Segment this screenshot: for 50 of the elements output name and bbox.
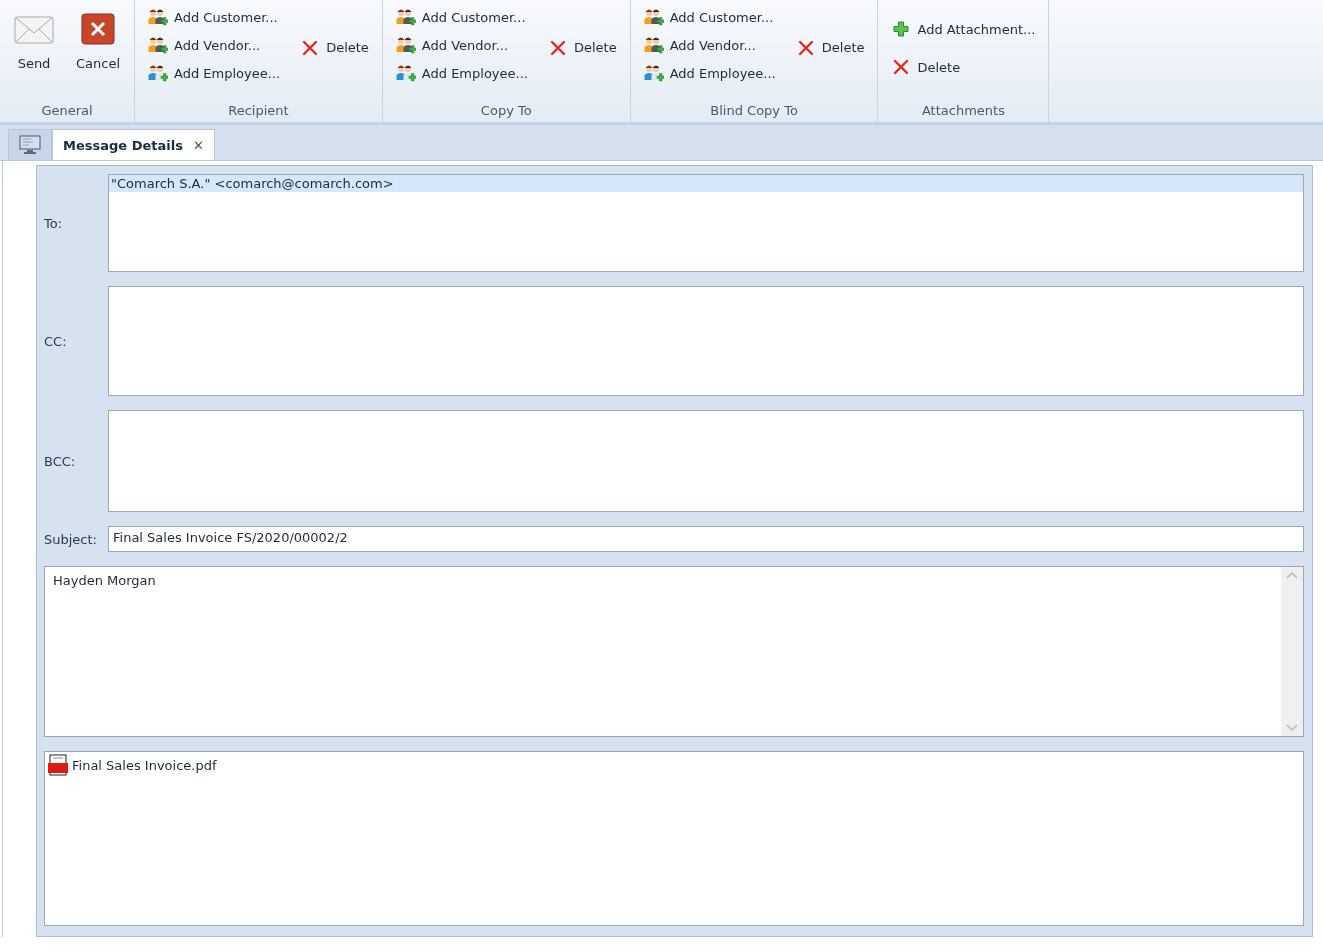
close-icon[interactable]: ✕ — [192, 137, 204, 153]
add-button[interactable]: Add Vendor... — [640, 34, 779, 56]
to-field[interactable]: "Comarch S.A." <comarch@comarch.com> — [108, 174, 1304, 272]
add-button[interactable]: Add Vendor... — [392, 34, 531, 56]
field-label: BCC: — [44, 453, 77, 469]
monitor-tab[interactable] — [8, 129, 52, 160]
group-label: Blind Copy To — [709, 103, 799, 120]
add-attachment-button[interactable]: Add Attachment... — [888, 18, 1039, 40]
field-label: Subject: — [44, 531, 98, 547]
people-add-icon — [148, 64, 169, 82]
delete-button[interactable]: Delete — [888, 56, 1039, 78]
message-body-field[interactable]: Hayden Morgan — [44, 566, 1304, 737]
people-add-icon — [643, 64, 664, 82]
pdf-file-icon — [47, 754, 69, 776]
bcc-field[interactable] — [108, 410, 1304, 512]
delete-button[interactable]: Delete — [297, 36, 372, 59]
scroll-up-icon[interactable] — [1286, 571, 1298, 579]
cancel-button[interactable]: Cancel — [72, 6, 125, 77]
people-add-icon — [148, 8, 169, 26]
add-button[interactable]: Add Customer... — [640, 6, 779, 28]
people-add-icon — [148, 36, 169, 54]
add-button[interactable]: Add Customer... — [145, 6, 284, 28]
group-label: Copy To — [479, 103, 533, 120]
add-button[interactable]: Add Employee... — [145, 62, 284, 84]
people-add-icon — [395, 64, 416, 82]
add-button[interactable]: Add Employee... — [640, 62, 779, 84]
attachment-name[interactable]: Final Sales Invoice.pdf — [72, 757, 217, 773]
recipient-entry[interactable]: "Comarch S.A." <comarch@comarch.com> — [109, 175, 1303, 192]
monitor-icon — [19, 135, 41, 155]
delete-button[interactable]: Delete — [792, 36, 868, 59]
tab[interactable]: Message Details ✕ — [52, 129, 215, 160]
field-label: To: — [44, 215, 64, 231]
group-label: Recipient — [227, 103, 290, 120]
people-add-icon — [643, 36, 664, 54]
add-button[interactable]: Add Customer... — [392, 6, 531, 28]
people-add-icon — [643, 8, 664, 26]
scroll-down-icon[interactable] — [1286, 724, 1298, 732]
group-label: Attachments — [920, 103, 1006, 120]
add-button[interactable]: Add Employee... — [392, 62, 531, 84]
cc-field[interactable] — [108, 286, 1304, 396]
field-label: CC: — [44, 333, 68, 349]
delete-button[interactable]: Delete — [544, 36, 620, 59]
plus-icon — [891, 20, 912, 38]
subject-field[interactable]: Final Sales Invoice FS/2020/00002/2 — [108, 526, 1304, 552]
people-add-icon — [395, 8, 416, 26]
cancel-icon — [78, 12, 118, 46]
add-button[interactable]: Add Vendor... — [145, 34, 284, 56]
group-label: General — [40, 103, 94, 120]
send-button[interactable]: Send — [10, 6, 58, 77]
people-add-icon — [395, 36, 416, 54]
